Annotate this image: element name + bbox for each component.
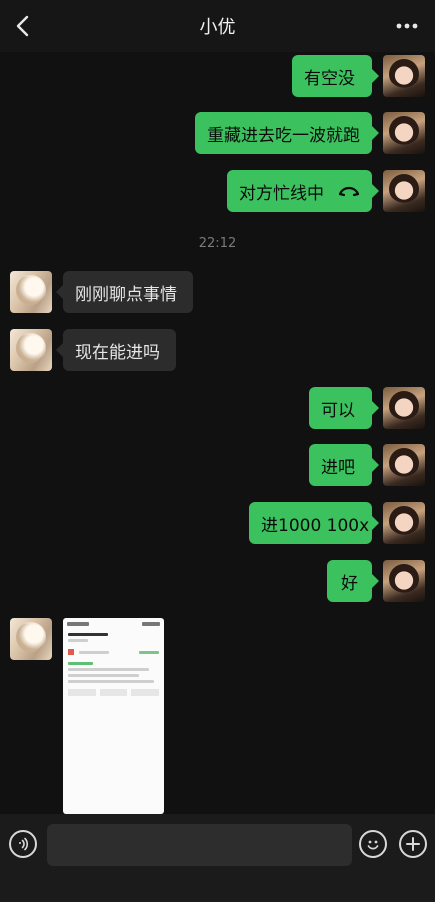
message-bubble[interactable]: 可以 [309, 387, 372, 429]
voice-button[interactable] [9, 830, 37, 858]
message-bubble[interactable]: 有空没 [292, 55, 372, 97]
message-list[interactable]: 有空没 重藏进去吃一波就跑 对方忙线中 22:12 刚刚聊点事情 现在能进吗 可… [0, 52, 435, 814]
voice-icon [19, 837, 29, 851]
message-text: 进吧 [321, 457, 355, 478]
image-thumbnail [63, 618, 164, 630]
message-bubble[interactable]: 好 [327, 560, 372, 602]
avatar[interactable] [383, 170, 425, 212]
message-bubble[interactable]: 重藏进去吃一波就跑 [195, 112, 372, 154]
message-text: 进1000 100x [261, 515, 370, 536]
message-text: 好 [341, 573, 358, 594]
image-message[interactable] [63, 618, 164, 814]
back-button[interactable] [8, 10, 36, 42]
more-button[interactable] [391, 12, 423, 40]
avatar[interactable] [383, 387, 425, 429]
timestamp: 22:12 [198, 236, 237, 251]
message-input[interactable] [47, 824, 352, 866]
message-bubble[interactable]: 进吧 [309, 444, 372, 486]
message-row: 刚刚聊点事情 [0, 271, 435, 313]
plus-button[interactable] [399, 830, 427, 858]
message-bubble[interactable]: 现在能进吗 [63, 329, 176, 371]
message-row: 可以 [0, 387, 435, 429]
avatar[interactable] [10, 271, 52, 313]
avatar[interactable] [383, 560, 425, 602]
emoji-button[interactable] [359, 830, 387, 858]
avatar[interactable] [383, 112, 425, 154]
message-row: 进吧 [0, 444, 435, 486]
message-text: 有空没 [304, 68, 355, 89]
emoji-icon [367, 840, 379, 850]
more-dots-icon [396, 23, 418, 29]
message-row: 好 [0, 560, 435, 602]
avatar[interactable] [383, 55, 425, 97]
plus-icon [406, 837, 420, 851]
message-row: 进1000 100x [0, 502, 435, 544]
input-bar [0, 814, 435, 902]
chevron-left-icon [16, 15, 29, 37]
phone-hangup-icon [338, 186, 360, 197]
message-text: 对方忙线中 [239, 183, 324, 204]
message-text: 现在能进吗 [75, 342, 160, 363]
avatar[interactable] [383, 444, 425, 486]
message-row: 重藏进去吃一波就跑 [0, 112, 435, 154]
message-row: 有空没 [0, 55, 435, 97]
avatar[interactable] [383, 502, 425, 544]
avatar[interactable] [10, 618, 52, 660]
message-bubble[interactable]: 对方忙线中 [227, 170, 372, 212]
message-bubble[interactable]: 刚刚聊点事情 [63, 271, 193, 313]
avatar[interactable] [10, 329, 52, 371]
message-row: 现在能进吗 [0, 329, 435, 371]
chat-title: 小优 [199, 17, 236, 38]
message-text: 刚刚聊点事情 [75, 284, 177, 305]
message-text: 可以 [321, 400, 355, 421]
message-bubble[interactable]: 进1000 100x [249, 502, 372, 544]
top-bar: 小优 [0, 0, 435, 52]
message-text: 重藏进去吃一波就跑 [207, 125, 360, 146]
message-row: 对方忙线中 [0, 170, 435, 212]
